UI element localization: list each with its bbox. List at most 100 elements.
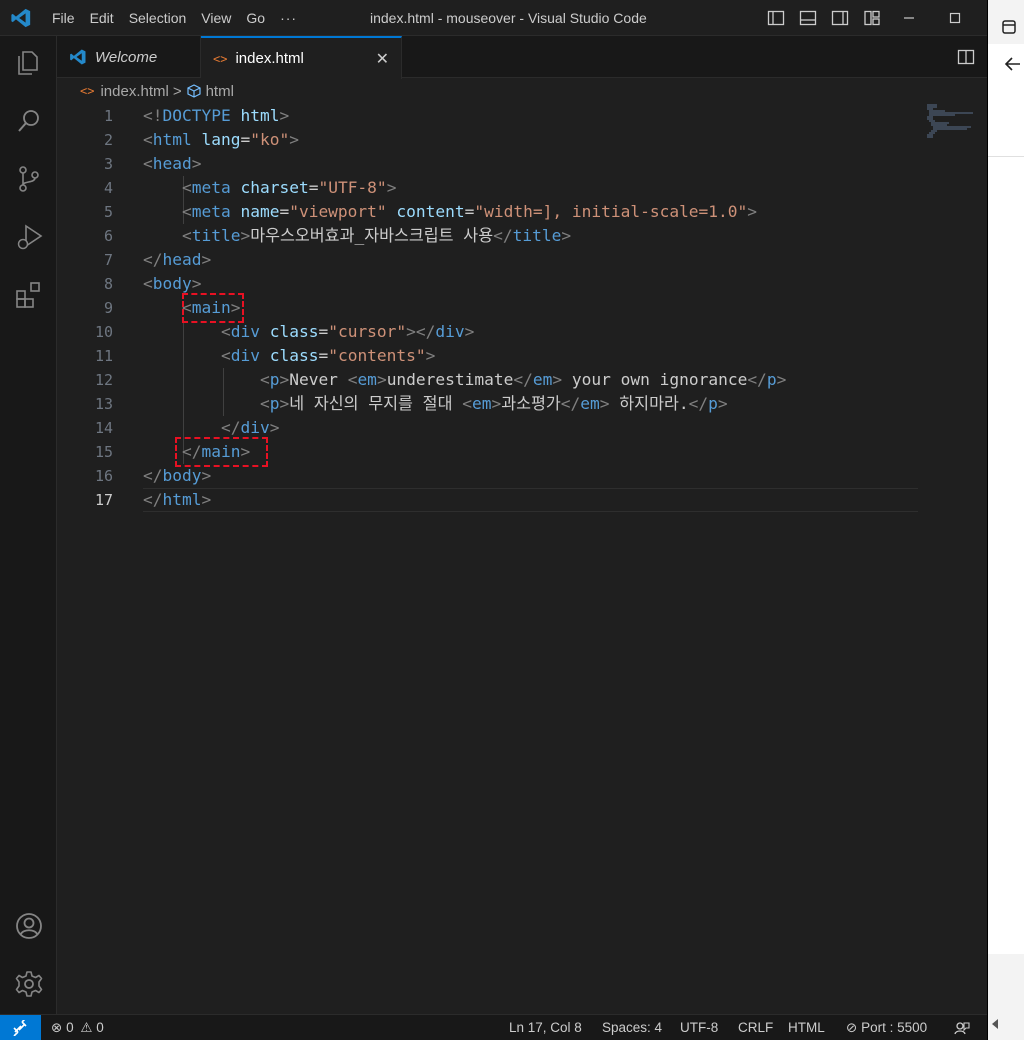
line-number: 14 xyxy=(94,419,113,437)
menu-file[interactable]: File xyxy=(52,10,75,26)
scroll-left-icon[interactable] xyxy=(990,1018,1000,1030)
html-file-icon: <> xyxy=(213,51,228,66)
code-line: 7 </head> xyxy=(57,248,917,272)
activity-bar xyxy=(0,36,57,1014)
toggle-primary-sidebar-icon[interactable] xyxy=(767,9,785,27)
warning-icon: ⚠ xyxy=(80,1020,93,1035)
close-tab-icon[interactable]: ✕ xyxy=(376,49,389,69)
code-editor[interactable]: 1 <!DOCTYPE html> 2 <html lang="ko"> 3 <… xyxy=(57,104,987,1014)
vscode-logo-icon xyxy=(70,49,86,65)
html-file-icon: <> xyxy=(80,84,95,98)
code-line: 2 <html lang="ko"> xyxy=(57,128,917,152)
line-number: 8 xyxy=(103,275,113,293)
code-text: <meta charset="UTF-8"> xyxy=(181,178,397,197)
editor-tab-bar: Welcome <> index.html ✕ xyxy=(57,36,987,79)
symbol-element-icon xyxy=(186,84,201,98)
menu-bar: File Edit Selection View Go ··· xyxy=(52,0,312,36)
line-number: 12 xyxy=(94,371,113,389)
divider xyxy=(988,156,1024,157)
back-arrow-icon[interactable] xyxy=(1004,56,1022,72)
end-of-line[interactable]: CRLF xyxy=(738,1020,773,1035)
code-text: <html lang="ko"> xyxy=(143,130,299,149)
breadcrumb-separator: > xyxy=(172,82,182,100)
split-editor-icon[interactable] xyxy=(957,48,975,66)
breadcrumb-file[interactable]: index.html xyxy=(100,83,168,100)
encoding[interactable]: UTF-8 xyxy=(680,1020,718,1035)
accounts-icon[interactable] xyxy=(14,911,44,941)
line-number: 16 xyxy=(94,467,113,485)
remote-indicator[interactable] xyxy=(0,1015,41,1040)
code-text: <p>Never <em>underestimate</em> your own… xyxy=(259,370,787,389)
code-line: 12 <p>Never <em>underestimate</em> your … xyxy=(57,368,917,392)
indentation[interactable]: Spaces: 4 xyxy=(602,1020,662,1035)
source-control-icon[interactable] xyxy=(14,164,44,194)
layout-controls xyxy=(767,9,881,27)
settings-gear-icon[interactable] xyxy=(14,969,44,999)
warning-count: 0 xyxy=(96,1020,104,1035)
status-bar: ⊗ 0 ⚠ 0 Ln 17, Col 8 Spaces: 4 UTF-8 CRL… xyxy=(0,1014,987,1040)
minimap[interactable] xyxy=(925,104,985,144)
code-line: 5 <meta name="viewport" content="width=]… xyxy=(57,200,917,224)
tab-icon[interactable] xyxy=(1002,20,1016,34)
toggle-secondary-sidebar-icon[interactable] xyxy=(831,9,849,27)
line-number: 4 xyxy=(103,179,113,197)
code-line: 11 <div class="contents"> xyxy=(57,344,917,368)
line-number: 9 xyxy=(103,299,113,317)
error-icon: ⊗ xyxy=(51,1020,63,1035)
maximize-icon[interactable] xyxy=(947,10,963,26)
code-text: </head> xyxy=(143,250,212,269)
tab-label: Welcome xyxy=(95,48,158,66)
explorer-icon[interactable] xyxy=(14,48,44,78)
remote-icon xyxy=(13,1020,27,1036)
error-count: 0 xyxy=(66,1020,74,1035)
line-number: 6 xyxy=(103,227,113,245)
line-number: 10 xyxy=(94,323,113,341)
code-line: 10 <div class="cursor"></div> xyxy=(57,320,917,344)
problems-indicator[interactable]: ⊗ 0 ⚠ 0 xyxy=(51,1020,104,1036)
main-close-highlight xyxy=(175,437,268,467)
title-bar: File Edit Selection View Go ··· index.ht… xyxy=(0,0,987,36)
breadcrumb-symbol[interactable]: html xyxy=(206,83,234,100)
cursor-position[interactable]: Ln 17, Col 8 xyxy=(509,1020,582,1035)
code-line: 13 <p>네 자신의 무지를 절대 <em>과소평가</em> 하지마라.</… xyxy=(57,392,917,416)
code-text: <title>마우스오버효과_자바스크립트 사용</title> xyxy=(181,226,572,245)
browser-window-edge xyxy=(987,0,1024,1040)
live-server-port[interactable]: ⊘ Port : 5500 xyxy=(846,1020,927,1036)
menu-view[interactable]: View xyxy=(201,10,231,26)
line-number: 1 xyxy=(103,107,113,125)
line-number: 5 xyxy=(103,203,113,221)
menu-go[interactable]: Go xyxy=(246,10,265,26)
code-text: <head> xyxy=(143,154,202,173)
code-line: 4 <meta charset="UTF-8"> xyxy=(57,176,917,200)
code-line: 17 </html> xyxy=(57,488,917,512)
code-line: 1 <!DOCTYPE html> xyxy=(57,104,917,128)
line-number: 11 xyxy=(94,347,113,365)
code-text: <!DOCTYPE html> xyxy=(143,106,290,125)
tab-welcome[interactable]: Welcome xyxy=(57,36,201,78)
feedback-icon[interactable] xyxy=(954,1020,970,1036)
menu-edit[interactable]: Edit xyxy=(90,10,114,26)
code-text: <div class="cursor"></div> xyxy=(220,322,475,341)
menu-selection[interactable]: Selection xyxy=(129,10,187,26)
tab-index-html[interactable]: <> index.html ✕ xyxy=(201,36,402,79)
line-number: 2 xyxy=(103,131,113,149)
menu-more-icon[interactable]: ··· xyxy=(280,10,297,26)
code-text: </html> xyxy=(143,490,212,509)
window-title: index.html - mouseover - Visual Studio C… xyxy=(370,10,647,26)
code-line: 16 </body> xyxy=(57,464,917,488)
main-open-highlight xyxy=(182,293,244,323)
language-mode[interactable]: HTML xyxy=(788,1020,825,1035)
code-text: <p>네 자신의 무지를 절대 <em>과소평가</em> 하지마라.</p> xyxy=(259,394,728,413)
line-number: 7 xyxy=(103,251,113,269)
customize-layout-icon[interactable] xyxy=(863,9,881,27)
extensions-icon[interactable] xyxy=(14,280,44,310)
line-number: 3 xyxy=(103,155,113,173)
breadcrumb: <> index.html > html xyxy=(80,80,234,102)
search-icon[interactable] xyxy=(14,106,44,136)
minimize-icon[interactable] xyxy=(901,10,917,26)
run-debug-icon[interactable] xyxy=(14,222,44,252)
toggle-panel-icon[interactable] xyxy=(799,9,817,27)
line-number: 17 xyxy=(94,491,113,509)
code-text: <meta name="viewport" content="width=], … xyxy=(181,202,758,221)
port-icon: ⊘ xyxy=(846,1020,858,1035)
